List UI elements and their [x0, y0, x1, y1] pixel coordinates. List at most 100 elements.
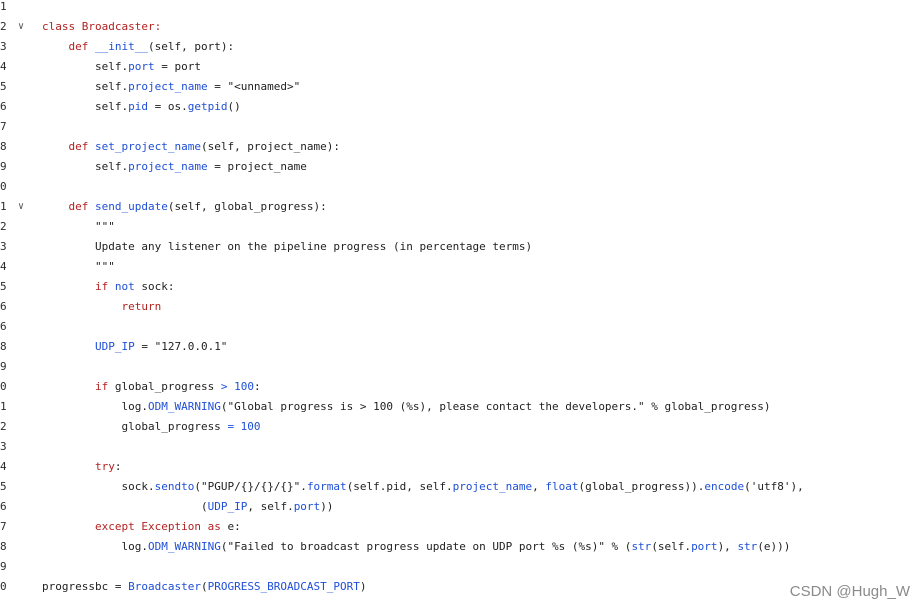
line-number: 4 [0, 60, 7, 73]
fold-chevron-icon[interactable]: ∨ [18, 17, 28, 37]
code-token: str [737, 540, 758, 553]
line-number: 1 [0, 200, 7, 213]
line-number: 3 [0, 40, 7, 53]
code-line[interactable]: 6 return [0, 297, 914, 317]
code-line[interactable]: 7 except Exception as e: [0, 517, 914, 537]
line-number: 5 [0, 80, 7, 93]
code-line[interactable]: 5 sock.sendto("PGUP/{}/{}/{}".format(sel… [0, 477, 914, 497]
code-line[interactable]: 3 def __init__(self, port): [0, 37, 914, 57]
code-token: float [545, 480, 579, 493]
code-line[interactable]: 6 [0, 317, 914, 337]
code-line[interactable]: 6 self.pid = os.getpid() [0, 97, 914, 117]
code-token: Broadcaster [128, 580, 201, 593]
code-line[interactable]: 1 ∨ def send_update(self, global_progress… [0, 197, 914, 217]
code-token: """ [42, 220, 115, 233]
code-line[interactable]: 4 try: [0, 457, 914, 477]
code-line[interactable]: 3 Update any listener on the pipeline pr… [0, 237, 914, 257]
code-line[interactable]: 2 """ [0, 217, 914, 237]
code-token: ODM_WARNING [147, 400, 221, 413]
code-text: try: [42, 457, 122, 477]
line-number: 0 [0, 180, 7, 193]
code-token: ("Global progress is > 100 (%s), please … [220, 400, 771, 413]
code-line[interactable]: 9 self.project_name = project_name [0, 157, 914, 177]
code-token: progressbc = [42, 580, 129, 593]
code-token: self. [42, 60, 129, 73]
code-line[interactable]: 1 log.ODM_WARNING("Global progress is > … [0, 397, 914, 417]
code-text: def __init__(self, port): [42, 37, 234, 57]
code-line[interactable]: 9 [0, 557, 914, 577]
code-token: """ [42, 260, 115, 273]
code-token: = 100 [227, 420, 261, 433]
line-number: 5 [0, 480, 7, 493]
line-number: 9 [0, 360, 7, 373]
line-number: 3 [0, 440, 7, 453]
code-token: self. [42, 160, 129, 173]
code-line[interactable]: 6 (UDP_IP, self.port)) [0, 497, 914, 517]
code-token: str [631, 540, 652, 553]
code-token: set_project_name [94, 140, 201, 153]
code-text: log.ODM_WARNING("Global progress is > 10… [42, 397, 771, 417]
line-number: 0 [0, 380, 7, 393]
line-number: 0 [0, 580, 7, 593]
code-token: (self.pid, self. [346, 480, 453, 493]
code-token: ( [200, 580, 208, 593]
code-token: e: [227, 520, 241, 533]
code-line[interactable]: 8 UDP_IP = "127.0.0.1" [0, 337, 914, 357]
code-text: UDP_IP = "127.0.0.1" [42, 337, 227, 357]
code-line[interactable]: 5 self.project_name = "<unnamed>" [0, 77, 914, 97]
code-text: self.project_name = "<unnamed>" [42, 77, 300, 97]
code-token: sock: [141, 280, 175, 293]
code-line[interactable]: 8 log.ODM_WARNING("Failed to broadcast p… [0, 537, 914, 557]
code-line[interactable]: 0 if global_progress > 100: [0, 377, 914, 397]
line-number: 2 [0, 20, 7, 33]
line-number: 8 [0, 340, 7, 353]
code-line[interactable]: 4 """ [0, 257, 914, 277]
code-line[interactable]: 2 ∨ class Broadcaster: [0, 17, 914, 37]
code-token: ( [42, 500, 208, 513]
code-text: self.project_name = project_name [42, 157, 307, 177]
code-token: : [253, 380, 261, 393]
code-editor[interactable]: 1 2 ∨ class Broadcaster: 3 def __init__(self… [0, 0, 914, 604]
code-token: sock. [42, 480, 155, 493]
code-text: def send_update(self, global_progress): [42, 197, 327, 217]
code-token: not [114, 280, 142, 293]
code-line[interactable]: 0 progressbc = Broadcaster(PROGRESS_BROAD… [0, 577, 914, 597]
code-token: as [207, 520, 228, 533]
code-token: ("PGUP/{}/{}/{}". [194, 480, 307, 493]
code-token: Broadcaster: [81, 20, 162, 33]
code-token: = port [154, 60, 201, 73]
code-line[interactable]: 1 [0, 0, 914, 17]
code-token: ("Failed to broadcast progress update on… [220, 540, 632, 553]
code-token: port [691, 540, 718, 553]
code-token: = project_name [207, 160, 307, 173]
line-number: 1 [0, 0, 7, 13]
code-line[interactable]: 5 if not sock: [0, 277, 914, 297]
line-number: 9 [0, 560, 7, 573]
code-token: project_name [128, 160, 208, 173]
code-line[interactable]: 2 global_progress = 100 [0, 417, 914, 437]
code-token: format [306, 480, 347, 493]
code-token: ), [717, 540, 738, 553]
fold-chevron-icon[interactable]: ∨ [18, 197, 28, 217]
code-token: = os. [147, 100, 188, 113]
line-number: 4 [0, 260, 7, 273]
code-token: UDP_IP [42, 340, 135, 353]
code-line[interactable]: 3 [0, 437, 914, 457]
code-line[interactable]: 9 [0, 357, 914, 377]
line-number: 7 [0, 520, 7, 533]
code-token: def [42, 200, 95, 213]
line-number: 7 [0, 120, 7, 133]
code-token: self. [42, 80, 129, 93]
code-token: Update any listener on the pipeline prog… [42, 240, 533, 253]
code-token: () [227, 100, 241, 113]
code-token: global_progress [42, 420, 228, 433]
code-line[interactable]: 4 self.port = port [0, 57, 914, 77]
code-token: (self, global_progress): [167, 200, 327, 213]
code-line[interactable]: 0 [0, 177, 914, 197]
code-line[interactable]: 7 [0, 117, 914, 137]
code-line[interactable]: 8 def set_project_name(self, project_nam… [0, 137, 914, 157]
code-token: port [128, 60, 155, 73]
code-text: Update any listener on the pipeline prog… [42, 237, 532, 257]
line-number: 5 [0, 280, 7, 293]
code-token: (self, port): [147, 40, 235, 53]
